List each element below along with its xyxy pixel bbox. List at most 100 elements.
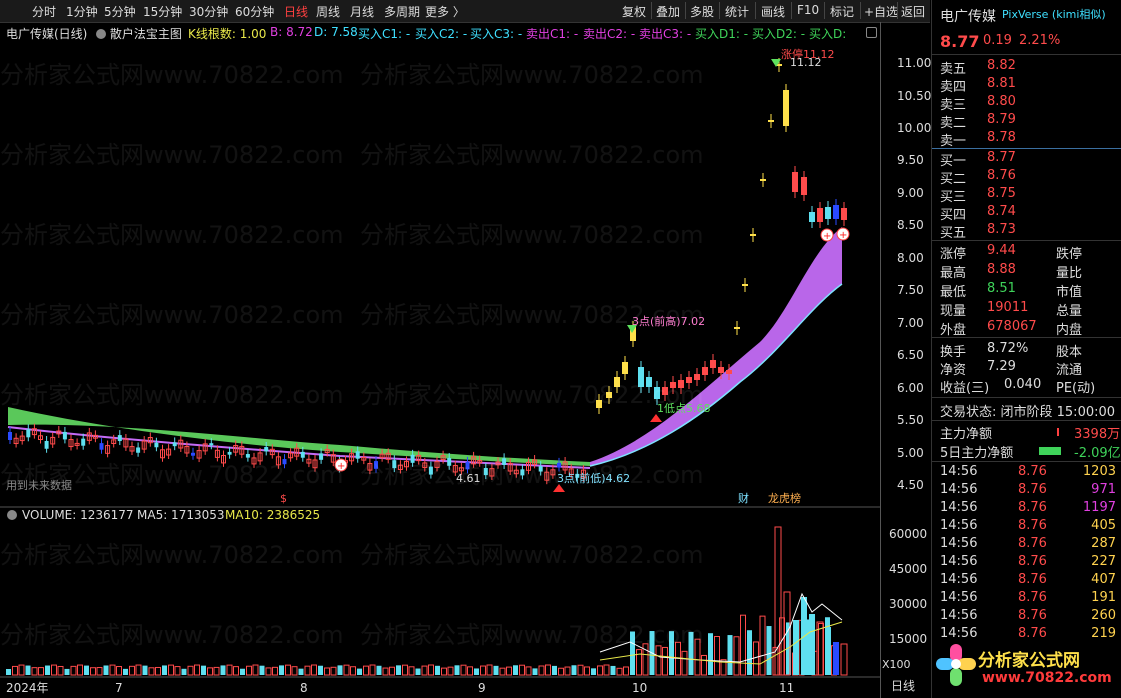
price-tick: 11.00	[897, 56, 932, 70]
volume-bar	[577, 664, 584, 676]
add-watchlist-button[interactable]: +自选	[864, 3, 898, 20]
volume-bar	[681, 650, 688, 676]
date-tick: 9	[478, 681, 486, 695]
volume-bar	[226, 664, 233, 676]
volume-bar	[402, 664, 408, 676]
stat-label: 换手	[940, 345, 967, 360]
tick-price: 8.76	[1018, 626, 1047, 641]
longhu-rank-tag[interactable]: 龙虎榜	[768, 491, 801, 505]
main-flow-value: 3398万	[1074, 427, 1121, 442]
concept-tag[interactable]: PixVerse (kimi相似)	[1002, 6, 1106, 22]
candle-body	[483, 467, 488, 476]
draw-line-button[interactable]: 画线	[761, 3, 785, 20]
tick-time: 14:56	[940, 572, 978, 587]
tab-5min[interactable]: 5分钟	[104, 3, 136, 20]
date-tick: 11	[779, 681, 794, 695]
price-tick: 5.50	[897, 413, 924, 427]
tab-60min[interactable]: 60分钟	[235, 3, 274, 20]
volume-bar	[694, 638, 701, 676]
date-axis: 2024年 7 8 9 10 11	[6, 681, 794, 695]
volume-bar	[545, 664, 551, 676]
tick-time: 14:56	[940, 500, 978, 515]
svg-text:+: +	[823, 231, 831, 242]
tab-more[interactable]: 更多 〉	[425, 3, 465, 20]
volume-bar	[343, 664, 350, 676]
price-tick: 10.00	[897, 121, 932, 135]
mark-button[interactable]: 标记	[830, 3, 854, 20]
volume-bar	[330, 666, 337, 676]
multi-stock-button[interactable]: 多股	[690, 3, 714, 20]
volume-bar	[513, 665, 518, 675]
stats-button[interactable]: 统计	[725, 3, 749, 20]
price-tick: 7.50	[897, 283, 924, 297]
tab-multi-period[interactable]: 多周期	[384, 3, 420, 20]
period-label: 日线	[891, 679, 916, 693]
turnover-rate: 8.72%	[987, 341, 1029, 356]
kline-chart[interactable]: 涨停11.12 11.12 3点(前高)7.02 1低点5.68 3点(前低)4…	[0, 22, 880, 698]
volume-bar	[116, 666, 122, 676]
tab-1min[interactable]: 1分钟	[66, 3, 98, 20]
candle-body	[227, 451, 232, 455]
overlay-button[interactable]: 叠加	[656, 3, 680, 20]
tab-daily[interactable]: 日线	[284, 3, 308, 20]
price-tick: 10.50	[897, 89, 932, 103]
volume-bar	[240, 668, 245, 675]
volume-bar	[174, 666, 181, 676]
candle-body	[833, 205, 839, 219]
volume-bar	[259, 665, 265, 675]
tick-volume: 1203	[1082, 464, 1116, 479]
candle-body	[136, 447, 141, 453]
volume-bar	[213, 666, 220, 676]
main-flow-bar	[1057, 428, 1059, 436]
volume-bar	[25, 665, 31, 675]
volume-bar	[252, 664, 259, 676]
tab-fenshi[interactable]: 分时	[32, 3, 56, 20]
tick-time: 14:56	[940, 590, 978, 605]
volume-bar	[272, 666, 278, 676]
volume-bar	[357, 668, 362, 675]
ask-label: 卖四	[940, 80, 967, 95]
candle-body	[646, 377, 652, 387]
volume-bar	[369, 664, 376, 676]
volume-bar	[168, 664, 174, 676]
bid-label: 买一	[940, 154, 967, 169]
volume-bar	[467, 666, 473, 676]
volume-bar	[304, 665, 311, 676]
stat-label: 涨停	[940, 247, 967, 262]
dollar-tag: $	[280, 492, 287, 505]
candle-body	[718, 367, 724, 373]
volume-bar	[123, 668, 128, 675]
tick-volume: 219	[1091, 626, 1116, 641]
candle-body	[447, 457, 452, 466]
volume-bar	[45, 665, 50, 675]
candle-body	[694, 374, 700, 380]
date-tick: 8	[300, 681, 308, 695]
f10-button[interactable]: F10	[797, 3, 819, 17]
back-button[interactable]: 返回	[901, 3, 925, 20]
candle-body	[44, 440, 49, 449]
candle-body	[622, 362, 628, 374]
volume-bar	[506, 666, 512, 676]
last-price: 8.77	[940, 32, 980, 51]
volume-unit: X100	[882, 658, 911, 671]
tick-price: 8.76	[1018, 572, 1047, 587]
candle-body	[154, 442, 159, 448]
tab-15min[interactable]: 15分钟	[143, 3, 182, 20]
candle-body	[750, 234, 756, 236]
ask-price: 8.78	[987, 130, 1016, 145]
logo-text: 分析家公式网	[978, 651, 1080, 671]
tab-30min[interactable]: 30分钟	[189, 3, 228, 20]
tab-monthly[interactable]: 月线	[350, 3, 374, 20]
price-tick: 7.00	[897, 316, 924, 330]
volume-bar	[285, 664, 291, 676]
candle-body	[801, 177, 807, 195]
stat-label: 净资	[940, 363, 967, 378]
restore-rights-button[interactable]: 复权	[622, 3, 646, 20]
price-tick: 6.00	[897, 381, 924, 395]
tab-weekly[interactable]: 周线	[316, 3, 340, 20]
financial-tag[interactable]: 财	[738, 491, 749, 505]
ask-price: 8.79	[987, 112, 1016, 127]
volume-bar	[376, 665, 382, 675]
volume-bar	[135, 664, 142, 676]
date-tick: 2024年	[6, 681, 49, 695]
